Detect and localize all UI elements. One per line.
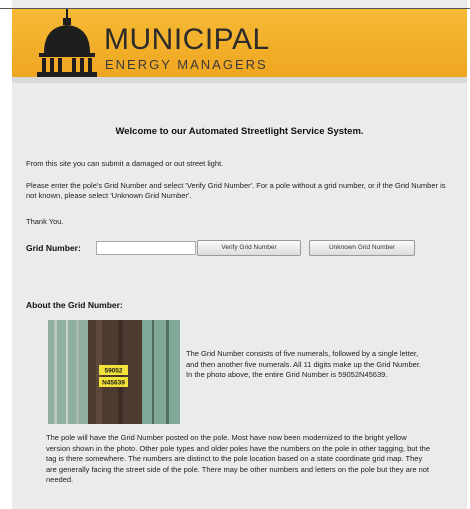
tag-top-number: 59052	[104, 368, 122, 375]
pole-photo-image: 59052 N45639	[48, 320, 180, 424]
grid-number-label: Grid Number:	[26, 243, 81, 253]
unknown-grid-number-button[interactable]: Unknown Grid Number	[309, 240, 415, 256]
welcome-heading: Welcome to our Automated Streetlight Ser…	[115, 126, 364, 137]
intro-text: From this site you can submit a damaged …	[26, 159, 224, 168]
header-rule	[12, 77, 467, 83]
instructions-text: Please enter the pole's Grid Number and …	[26, 181, 446, 200]
pole-photo: 59052 N45639	[48, 320, 180, 424]
thanks-text: Thank You.	[26, 217, 64, 226]
grid-number-details: The pole will have the Grid Number poste…	[46, 433, 431, 484]
about-heading: About the Grid Number:	[26, 300, 123, 310]
brand-name: MUNICIPAL	[104, 23, 270, 56]
tag-bottom-number: N45639	[102, 380, 125, 387]
verify-grid-number-button[interactable]: Verify Grid Number	[197, 240, 301, 256]
brand-tagline: ENERGY MANAGERS	[105, 57, 268, 72]
capitol-dome-logo-icon	[37, 9, 97, 77]
grid-number-input[interactable]	[96, 241, 196, 255]
grid-number-description: The Grid Number consists of five numeral…	[186, 349, 421, 379]
site-header: MUNICIPAL ENERGY MANAGERS	[12, 9, 467, 77]
